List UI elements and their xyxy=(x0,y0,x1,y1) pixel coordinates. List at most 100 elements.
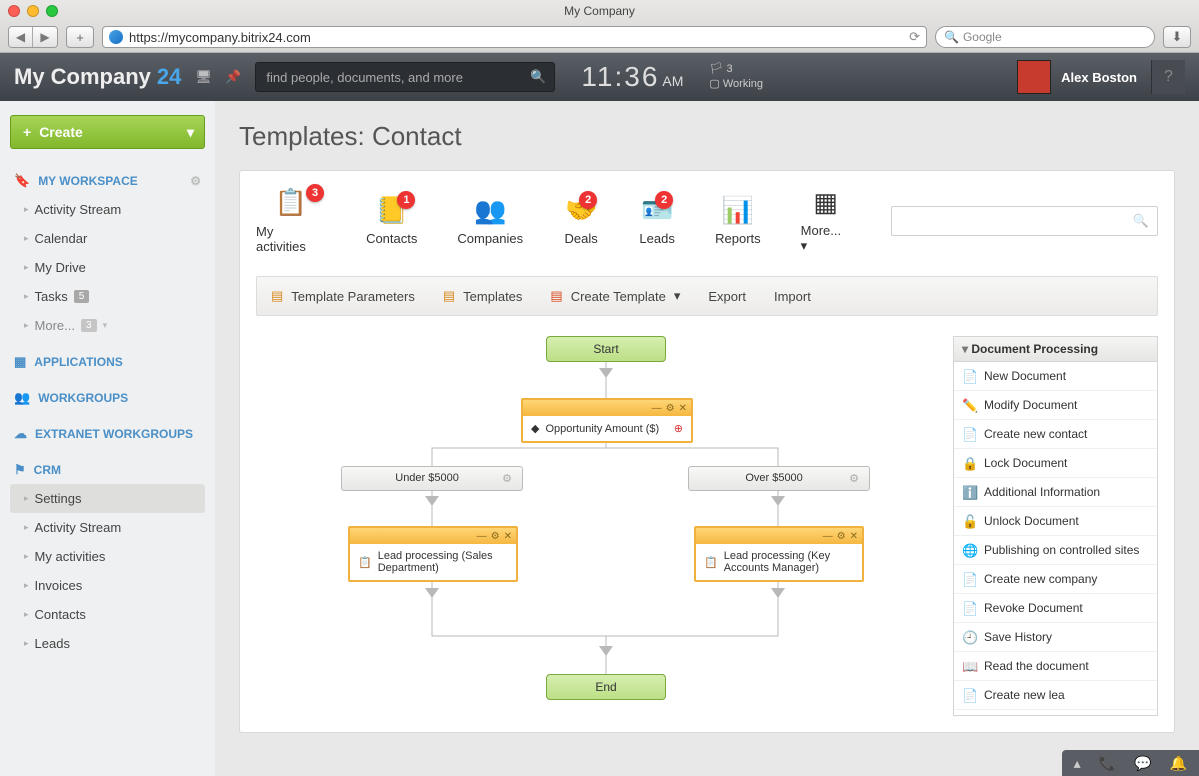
sidebar-item-tasks[interactable]: Tasks5 xyxy=(10,282,205,311)
sidebar-item-invoices[interactable]: Invoices xyxy=(10,571,205,600)
sidebar-item-leads[interactable]: Leads xyxy=(10,629,205,658)
doc-item-info[interactable]: ℹ️Additional Information xyxy=(954,478,1157,507)
clock[interactable]: 11:36AM xyxy=(581,61,683,93)
phone-icon[interactable]: 📞 xyxy=(1099,755,1116,772)
section-workspace[interactable]: 🔖 MY WORKSPACE ⚙ xyxy=(10,167,205,195)
avatar[interactable] xyxy=(1017,60,1051,94)
sidebar-item-more[interactable]: More...3 ▾ xyxy=(10,311,205,340)
flow-start-node[interactable]: Start xyxy=(546,336,666,362)
sidebar-item-my-activities[interactable]: My activities xyxy=(10,542,205,571)
sidebar-item-settings[interactable]: Settings xyxy=(10,484,205,513)
panel-header[interactable]: Document Processing xyxy=(954,337,1157,362)
tool-companies[interactable]: 👥Companies xyxy=(457,195,523,246)
url-field[interactable]: https://mycompany.bitrix24.com ⟳ xyxy=(102,26,927,48)
help-button[interactable]: ? xyxy=(1151,60,1185,94)
sidebar-item-crm-activity[interactable]: Activity Stream xyxy=(10,513,205,542)
tool-leads[interactable]: 🪪2Leads xyxy=(639,195,675,246)
flag-icon: ⚑ xyxy=(14,462,26,478)
flow-end-node[interactable]: End xyxy=(546,674,666,700)
sidebar-item-activity[interactable]: Activity Stream xyxy=(10,195,205,224)
chevron-up-icon[interactable]: ▴ xyxy=(1074,755,1081,772)
add-icon[interactable]: ⊕ xyxy=(674,422,683,435)
subbar-import[interactable]: Import xyxy=(774,289,811,304)
clipboard-icon: 📋 xyxy=(358,556,372,569)
tool-more[interactable]: ▦More... ▾ xyxy=(801,187,851,254)
reload-icon[interactable]: ⟳ xyxy=(909,29,920,45)
doc-item-create-company[interactable]: 📄Create new company xyxy=(954,565,1157,594)
status-block[interactable]: 🏳 3 ▢ Working xyxy=(709,62,763,92)
close-icon[interactable]: ✕ xyxy=(850,531,858,542)
doc-item-label: New Document xyxy=(984,369,1066,383)
doc-item-create-contact[interactable]: 📄Create new contact xyxy=(954,420,1157,449)
section-workgroups[interactable]: 👥WORKGROUPS xyxy=(10,384,205,412)
brand[interactable]: My Company 24 xyxy=(14,64,181,90)
tool-my-activities[interactable]: 📋3My activities xyxy=(256,188,326,254)
doc-item-label: Unlock Document xyxy=(984,514,1079,528)
doc-item-revoke[interactable]: 📄Revoke Document xyxy=(954,594,1157,623)
add-tab-button[interactable]: + xyxy=(66,26,94,48)
workflow-canvas[interactable]: Start —⚙✕ ◆Opportunity Amount ($)⊕ Under… xyxy=(256,336,941,716)
back-button[interactable]: ◀ xyxy=(9,27,33,47)
tool-reports[interactable]: 📊Reports xyxy=(715,195,761,246)
minimize-icon[interactable] xyxy=(27,5,39,17)
doc-item-read[interactable]: 📖Read the document xyxy=(954,652,1157,681)
titlebar: My Company xyxy=(0,0,1199,22)
doc-item-modify[interactable]: ✏️Modify Document xyxy=(954,391,1157,420)
subbar-template-parameters[interactable]: ▤ Template Parameters xyxy=(271,288,415,304)
doc-item-label: Create new contact xyxy=(984,427,1087,441)
flow-branch-over[interactable]: Over $5000⚙ xyxy=(688,466,870,491)
close-icon[interactable]: ✕ xyxy=(679,403,687,414)
gear-icon[interactable]: ⚙ xyxy=(837,531,846,542)
tool-contacts[interactable]: 📒1Contacts xyxy=(366,195,417,246)
subbar-export[interactable]: Export xyxy=(708,289,746,304)
search-input[interactable]: find people, documents, and more 🔍 xyxy=(255,62,555,92)
chat-icon[interactable]: 💬 xyxy=(1134,755,1151,772)
forward-button[interactable]: ▶ xyxy=(33,27,57,47)
minimize-icon[interactable]: — xyxy=(477,531,487,542)
subbar-label: Template Parameters xyxy=(291,289,415,304)
search-icon[interactable]: 🔍 xyxy=(530,69,546,85)
gear-icon[interactable]: ⚙ xyxy=(502,472,512,485)
gear-icon[interactable]: ⚙ xyxy=(849,472,859,485)
flow-branch-under[interactable]: Under $5000⚙ xyxy=(341,466,523,491)
create-button[interactable]: + Create xyxy=(10,115,205,149)
section-extranet[interactable]: ☁EXTRANET WORKGROUPS xyxy=(10,420,205,448)
downloads-button[interactable]: ⬇ xyxy=(1163,26,1191,48)
flow-lead-sales[interactable]: —⚙✕ 📋Lead processing (Sales Department) xyxy=(348,526,518,582)
sidebar-item-calendar[interactable]: Calendar xyxy=(10,224,205,253)
doc-item-create-lead[interactable]: 📄Create new lea xyxy=(954,681,1157,710)
tool-label: Contacts xyxy=(366,231,417,246)
sidebar-item-contacts[interactable]: Contacts xyxy=(10,600,205,629)
minimize-icon[interactable]: — xyxy=(652,403,662,414)
tool-deals[interactable]: 🤝2Deals xyxy=(563,195,599,246)
minimize-icon[interactable]: — xyxy=(823,531,833,542)
gear-icon[interactable]: ⚙ xyxy=(491,531,500,542)
doc-item-save-history[interactable]: 🕘Save History xyxy=(954,623,1157,652)
sidebar-item-drive[interactable]: My Drive xyxy=(10,253,205,282)
doc-item-new[interactable]: 📄New Document xyxy=(954,362,1157,391)
tool-label: More... xyxy=(801,223,841,238)
flow-opportunity-node[interactable]: —⚙✕ ◆Opportunity Amount ($)⊕ xyxy=(521,398,693,443)
doc-item-unlock[interactable]: 🔓Unlock Document xyxy=(954,507,1157,536)
section-crm[interactable]: ⚑CRM xyxy=(10,456,205,484)
close-icon[interactable] xyxy=(8,5,20,17)
zoom-icon[interactable] xyxy=(46,5,58,17)
bell-icon[interactable]: 🔔 xyxy=(1170,755,1187,772)
subbar-create-template[interactable]: ▤Create Template ▾ xyxy=(550,288,680,304)
clipboard-icon: 📋 xyxy=(704,556,718,569)
section-applications[interactable]: ▦APPLICATIONS xyxy=(10,348,205,376)
doc-item-lock[interactable]: 🔒Lock Document xyxy=(954,449,1157,478)
browser-search[interactable]: 🔍Google xyxy=(935,26,1155,48)
close-icon[interactable]: ✕ xyxy=(504,531,512,542)
crm-search[interactable] xyxy=(891,206,1158,236)
doc-item-publish[interactable]: 🌐Publishing on controlled sites xyxy=(954,536,1157,565)
gear-icon[interactable]: ⚙ xyxy=(190,174,201,188)
subbar-templates[interactable]: ▤Templates xyxy=(443,288,523,304)
gear-icon[interactable]: ⚙ xyxy=(666,403,675,414)
pin-icon[interactable]: 📌 xyxy=(225,69,241,85)
params-icon: ▤ xyxy=(271,288,283,304)
user-block[interactable]: Alex Boston xyxy=(1017,60,1137,94)
flow-lead-key-accounts[interactable]: —⚙✕ 📋Lead processing (Key Accounts Manag… xyxy=(694,526,864,582)
group-icon: 👥 xyxy=(14,390,30,406)
monitor-icon[interactable]: 🖥 xyxy=(195,69,211,85)
